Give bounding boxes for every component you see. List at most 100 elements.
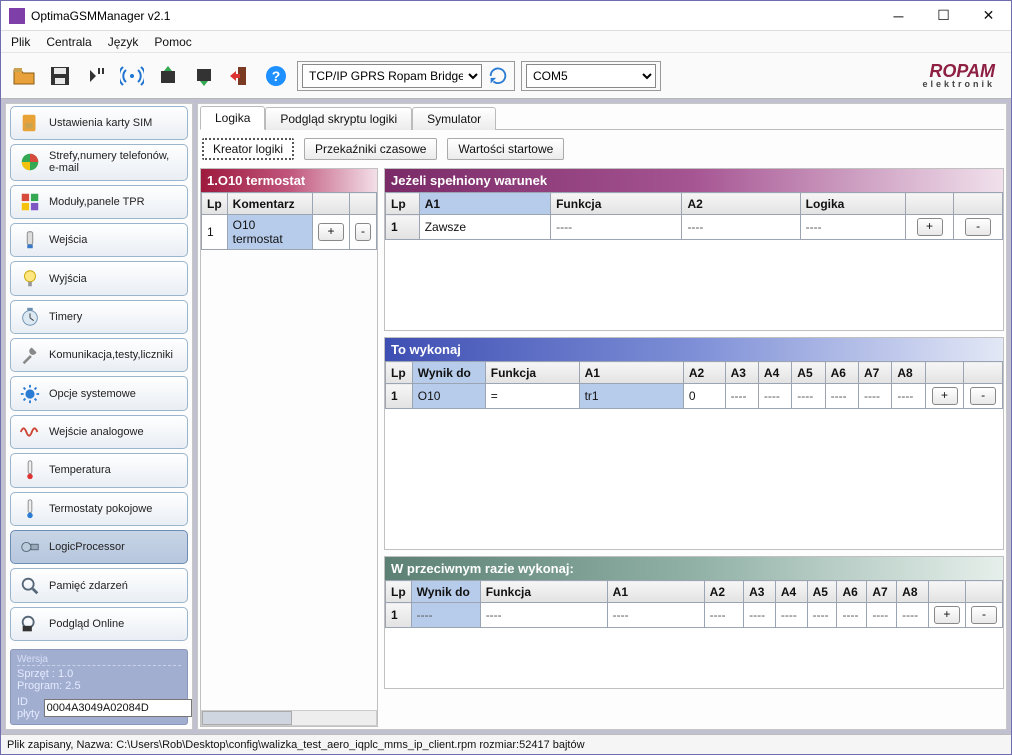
cell[interactable]: ---- (411, 603, 480, 628)
sidebar-item-label: Termostaty pokojowe (49, 503, 152, 515)
subtab-kreator[interactable]: Kreator logiki (202, 138, 294, 160)
cond-del-button[interactable]: - (965, 218, 991, 236)
rules-list-scroll[interactable] (201, 710, 377, 726)
col-btn2 (350, 193, 377, 215)
cell[interactable]: 0 (683, 384, 725, 409)
else-col-a8: A8 (897, 581, 929, 603)
sidebar-item-zones[interactable]: Strefy,numery telefonów, e-mail (10, 144, 188, 180)
window-close-button[interactable]: ✕ (966, 1, 1011, 31)
svg-text:?: ? (272, 68, 281, 84)
menu-plik[interactable]: Plik (5, 35, 40, 49)
menu-centrala[interactable]: Centrala (40, 35, 101, 49)
sidebar-item-sysopts[interactable]: Opcje systemowe (10, 376, 188, 410)
then-col-a2: A2 (683, 362, 725, 384)
tab-podglad[interactable]: Podgląd skryptu logiki (265, 107, 412, 130)
sidebar-item-outputs[interactable]: Wyjścia (10, 261, 188, 295)
sidebar-item-label: Komunikacja,testy,liczniki (49, 349, 173, 361)
tab-symulator[interactable]: Symulator (412, 107, 496, 130)
then-add-button[interactable]: + (932, 387, 958, 405)
cell[interactable]: ---- (807, 603, 837, 628)
cell[interactable]: ---- (551, 215, 682, 240)
chip-down-icon[interactable] (189, 61, 219, 91)
cell[interactable]: Zawsze (419, 215, 550, 240)
else-col-a4: A4 (775, 581, 807, 603)
table-row[interactable]: 1 O10 termostat + - (202, 215, 377, 250)
sidebar-item-events[interactable]: Pamięć zdarzeń (10, 568, 188, 602)
antenna-icon[interactable] (117, 61, 147, 91)
cell[interactable]: ---- (775, 603, 807, 628)
cell[interactable]: ---- (897, 603, 929, 628)
board-id-field[interactable] (44, 699, 192, 717)
else-col-a2: A2 (704, 581, 743, 603)
open-file-icon[interactable] (9, 61, 39, 91)
cell[interactable]: ---- (682, 215, 800, 240)
sidebar-item-analog[interactable]: Wejście analogowe (10, 415, 188, 449)
comport-select[interactable]: COM5 (526, 64, 656, 88)
cell[interactable]: ---- (859, 384, 892, 409)
else-col-a7: A7 (867, 581, 897, 603)
condition-panel: Jeżeli spełniony warunek Lp A1 Funkcja A… (384, 168, 1004, 331)
connection-select[interactable]: TCP/IP GPRS Ropam Bridge (302, 64, 482, 88)
row-add-button[interactable]: + (318, 223, 344, 241)
sidebar-item-online[interactable]: Podgląd Online (10, 607, 188, 641)
wave-icon (19, 421, 41, 443)
cond-col-a2: A2 (682, 193, 800, 215)
cell[interactable]: tr1 (579, 384, 683, 409)
refresh-icon[interactable] (486, 64, 510, 88)
status-text: Plik zapisany, Nazwa: C:\Users\Rob\Deskt… (7, 739, 585, 751)
sidebar-item-sim[interactable]: Ustawienia karty SIM (10, 106, 188, 140)
table-row[interactable]: 1 Zawsze ---- ---- ---- + - (386, 215, 1003, 240)
then-del-button[interactable]: - (970, 387, 996, 405)
sidebar-item-timers[interactable]: Timery (10, 300, 188, 334)
cell[interactable]: ---- (725, 384, 758, 409)
save-icon[interactable] (45, 61, 75, 91)
plug-icon[interactable] (81, 61, 111, 91)
cell[interactable]: ---- (607, 603, 704, 628)
cell[interactable]: ---- (758, 384, 791, 409)
cell[interactable]: = (485, 384, 579, 409)
rules-list-grid: Lp Komentarz 1 O10 termostat + - (201, 192, 377, 250)
exit-door-icon[interactable] (225, 61, 255, 91)
window-maximize-button[interactable]: ☐ (921, 1, 966, 31)
help-icon[interactable]: ? (261, 61, 291, 91)
subtab-przekazn[interactable]: Przekaźniki czasowe (304, 138, 437, 160)
else-del-button[interactable]: - (971, 606, 997, 624)
then-col-a7: A7 (859, 362, 892, 384)
tab-logika[interactable]: Logika (200, 106, 265, 130)
window-minimize-button[interactable]: ─ (876, 1, 921, 31)
sidebar-item-temp[interactable]: Temperatura (10, 453, 188, 487)
connection-combo-wrap: TCP/IP GPRS Ropam Bridge (297, 61, 515, 91)
chip-up-icon[interactable] (153, 61, 183, 91)
cell[interactable]: ---- (837, 603, 867, 628)
cell-comment[interactable]: O10 termostat (227, 215, 312, 250)
menubar: Plik Centrala Język Pomoc (1, 31, 1011, 53)
toolbar: ? TCP/IP GPRS Ropam Bridge COM5 ROPAM el… (1, 53, 1011, 99)
sidebar-item-inputs[interactable]: Wejścia (10, 223, 188, 257)
sidebar-item-logic[interactable]: LogicProcessor (10, 530, 188, 564)
table-row[interactable]: 1 ---- ---- ---- ---- ---- ---- ---- ---… (386, 603, 1003, 628)
sidebar-item-modules[interactable]: Moduły,panele TPR (10, 185, 188, 219)
cell[interactable]: ---- (704, 603, 743, 628)
subtab-wartosci[interactable]: Wartości startowe (447, 138, 564, 160)
cell[interactable]: ---- (825, 384, 858, 409)
cell[interactable]: ---- (792, 384, 825, 409)
cell[interactable]: ---- (892, 384, 925, 409)
cell[interactable]: ---- (800, 215, 905, 240)
else-add-button[interactable]: + (934, 606, 960, 624)
logic-icon (19, 536, 41, 558)
else-col-a3: A3 (744, 581, 776, 603)
row-remove-button[interactable]: - (355, 223, 371, 241)
online-icon (19, 613, 41, 635)
cell: 1 (386, 215, 420, 240)
cell[interactable]: ---- (744, 603, 776, 628)
menu-pomoc[interactable]: Pomoc (148, 35, 201, 49)
sidebar-item-thermostats[interactable]: Termostaty pokojowe (10, 492, 188, 526)
table-row[interactable]: 1 O10 = tr1 0 ---- ---- ---- ---- ---- -… (386, 384, 1003, 409)
then-col-add (925, 362, 964, 384)
cell[interactable]: ---- (480, 603, 607, 628)
cond-add-button[interactable]: + (917, 218, 943, 236)
cell[interactable]: ---- (867, 603, 897, 628)
menu-jezyk[interactable]: Język (102, 35, 149, 49)
cell[interactable]: O10 (412, 384, 485, 409)
sidebar-item-comm[interactable]: Komunikacja,testy,liczniki (10, 338, 188, 372)
